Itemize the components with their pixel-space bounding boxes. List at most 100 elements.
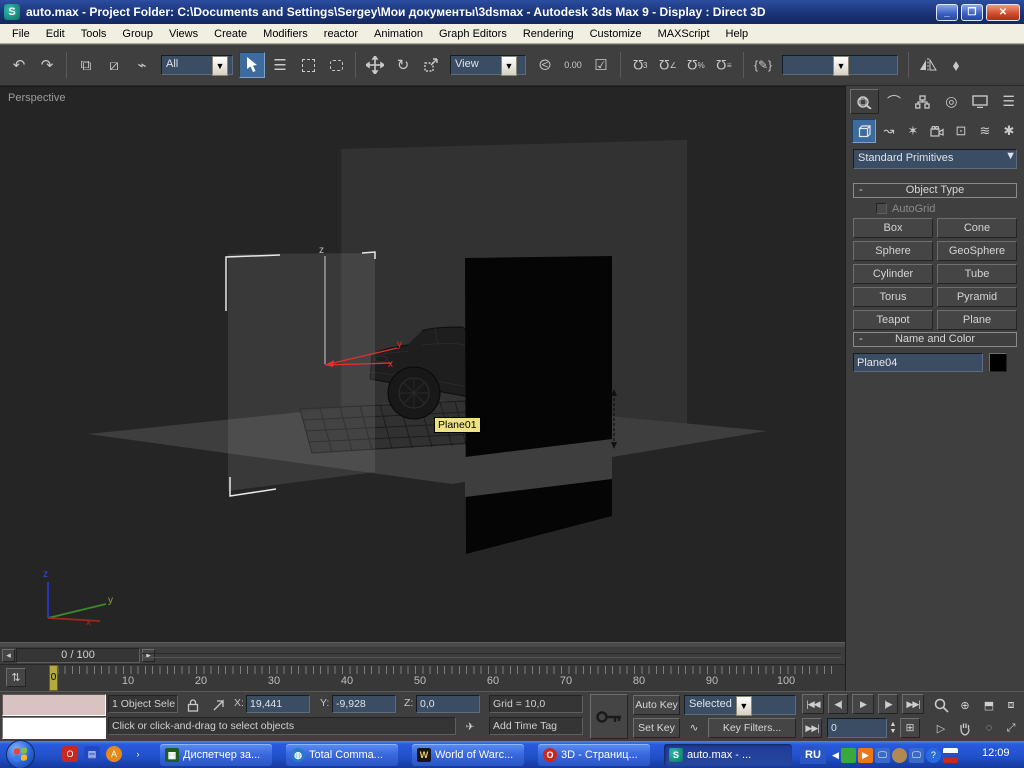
angle-snap-button[interactable]: Ω∠ [655,52,681,78]
menu-rendering[interactable]: Rendering [515,26,582,42]
primitives-dropdown[interactable]: Standard Primitives ▼ [853,149,1017,169]
zoom-extents-all-button[interactable]: ⧈ [1000,694,1022,716]
tray-collapse-icon[interactable]: ◀ [832,750,839,761]
select-object-button[interactable] [239,52,265,78]
selection-filter-dropdown[interactable]: All ▼ [161,55,233,75]
display-tab[interactable] [967,89,994,114]
zoom-button[interactable] [930,694,952,716]
maxscript-listener-pink[interactable] [2,694,106,716]
taskbar-task-opera-3d[interactable]: O 3D - Страниц... [538,744,650,766]
box-button[interactable]: Box [853,218,933,238]
menu-help[interactable]: Help [718,26,757,42]
menu-tools[interactable]: Tools [73,26,115,42]
utilities-tab[interactable]: ☰ [995,89,1022,114]
quicklaunch-opera-icon[interactable]: O [62,746,78,762]
zoom-extents-button[interactable]: ⬒ [978,694,1000,716]
menu-animation[interactable]: Animation [366,26,431,42]
object-name-input[interactable] [854,354,982,371]
lights-category-button[interactable]: ✶ [902,119,924,143]
auto-key-button[interactable]: Auto Key [633,695,680,715]
set-key-button[interactable]: Set Key [633,718,680,738]
current-frame-input[interactable] [828,719,886,737]
key-mode-dropdown[interactable]: Selected ▼ [684,695,796,715]
field-of-view-button[interactable]: ▷ [930,717,952,739]
menu-customize[interactable]: Customize [582,26,650,42]
frame-spinner[interactable]: ▲▼ [888,718,898,738]
taskbar-clock[interactable]: 12:09 [982,747,1010,759]
hierarchy-tab[interactable] [909,89,936,114]
menu-modifiers[interactable]: Modifiers [255,26,316,42]
menu-views[interactable]: Views [161,26,206,42]
close-button[interactable]: ✕ [986,4,1020,21]
pyramid-button[interactable]: Pyramid [937,287,1017,307]
select-and-scale-button[interactable] [418,52,444,78]
menu-maxscript[interactable]: MAXScript [650,26,718,42]
shapes-category-button[interactable]: ↝ [878,119,900,143]
collapse-icon[interactable]: - [859,333,863,346]
align-button[interactable]: ⬧ [943,52,969,78]
tray-icon-green[interactable] [841,748,856,763]
torus-button[interactable]: Torus [853,287,933,307]
arc-rotate-button[interactable]: ◌ [978,717,1000,739]
edit-named-selection-sets-button[interactable]: {✎} [750,52,776,78]
communication-center-icon[interactable]: ✈ [460,718,480,736]
named-selection-dropdown[interactable]: ▼ [782,55,898,75]
set-keys-button[interactable] [590,694,628,739]
chevron-down-icon[interactable]: ▼ [212,56,228,76]
maxscript-listener-white[interactable] [2,717,106,739]
cameras-category-button[interactable] [926,119,948,143]
chevron-down-icon[interactable]: ▼ [736,696,752,716]
time-slider-display[interactable]: 0 / 100 [16,648,140,663]
spinner-snap-button[interactable]: Ω≡ [711,52,737,78]
name-color-rollout-header[interactable]: - Name and Color [853,332,1017,347]
create-tab[interactable] [850,89,879,114]
black-plane[interactable] [465,256,612,554]
go-to-end-button[interactable]: ▶▶| [902,694,924,714]
menu-graph-editors[interactable]: Graph Editors [431,26,515,42]
rectangular-selection-region-button[interactable] [295,52,321,78]
menu-file[interactable]: File [4,26,38,42]
crossing-selection-button[interactable] [323,52,349,78]
menu-reactor[interactable]: reactor [316,26,366,42]
selection-lock-icon[interactable] [184,696,202,714]
taskbar-task-taskmanager[interactable]: ▦ Диспетчер за... [160,744,272,766]
next-key-button[interactable]: |▶ [878,694,898,714]
helpers-category-button[interactable]: ⊡ [950,119,972,143]
tube-button[interactable]: Tube [937,264,1017,284]
zoom-all-button[interactable]: ⊕ [954,694,976,716]
time-slider-track[interactable] [142,653,841,658]
language-indicator[interactable]: RU [800,746,826,764]
select-and-rotate-button[interactable]: ↻ [390,52,416,78]
modify-tab[interactable]: ⌒ [881,89,908,114]
time-slider-handle[interactable]: 0 [49,665,58,691]
open-mini-curve-editor-button[interactable]: ⇅ [6,668,26,687]
chevron-down-icon[interactable]: ▼ [1005,150,1016,168]
y-coord-input[interactable] [333,696,395,712]
geosphere-button[interactable]: GeoSphere [937,241,1017,261]
unlink-selection-button[interactable]: ⧄ [101,52,127,78]
object-type-rollout-header[interactable]: - Object Type [853,183,1017,198]
select-and-manipulate-button[interactable]: ☑ [588,52,614,78]
cylinder-button[interactable]: Cylinder [853,264,933,284]
previous-frame-button[interactable]: ◂ [2,649,15,662]
maximize-viewport-button[interactable]: ⤢ [1000,717,1022,739]
percent-snap-button[interactable]: Ω% [683,52,709,78]
selected-plane[interactable] [228,253,375,491]
undo-button[interactable]: ↶ [6,52,32,78]
next-frame-key-button[interactable]: ▶▶| [802,718,822,738]
use-center-button[interactable]: ⧀ [532,52,558,78]
tray-icon-ru-flag[interactable] [943,748,958,763]
autogrid-checkbox[interactable] [876,203,887,214]
tray-icon-network[interactable]: 🖵 [909,748,924,763]
teapot-button[interactable]: Teapot [853,310,933,330]
motion-tab[interactable]: ◎ [938,89,965,114]
add-time-tag-field[interactable]: Add Time Tag [489,717,583,735]
select-by-name-button[interactable]: ☰ [267,52,293,78]
quicklaunch-expand-icon[interactable]: › [130,746,146,762]
tray-icon-help[interactable]: ? [926,748,941,763]
x-coord-input[interactable] [247,696,309,712]
redo-button[interactable]: ↷ [34,52,60,78]
menu-group[interactable]: Group [114,26,161,42]
snap-percent-button[interactable]: 0.00 [560,52,586,78]
select-and-link-button[interactable]: ⧉ [73,52,99,78]
